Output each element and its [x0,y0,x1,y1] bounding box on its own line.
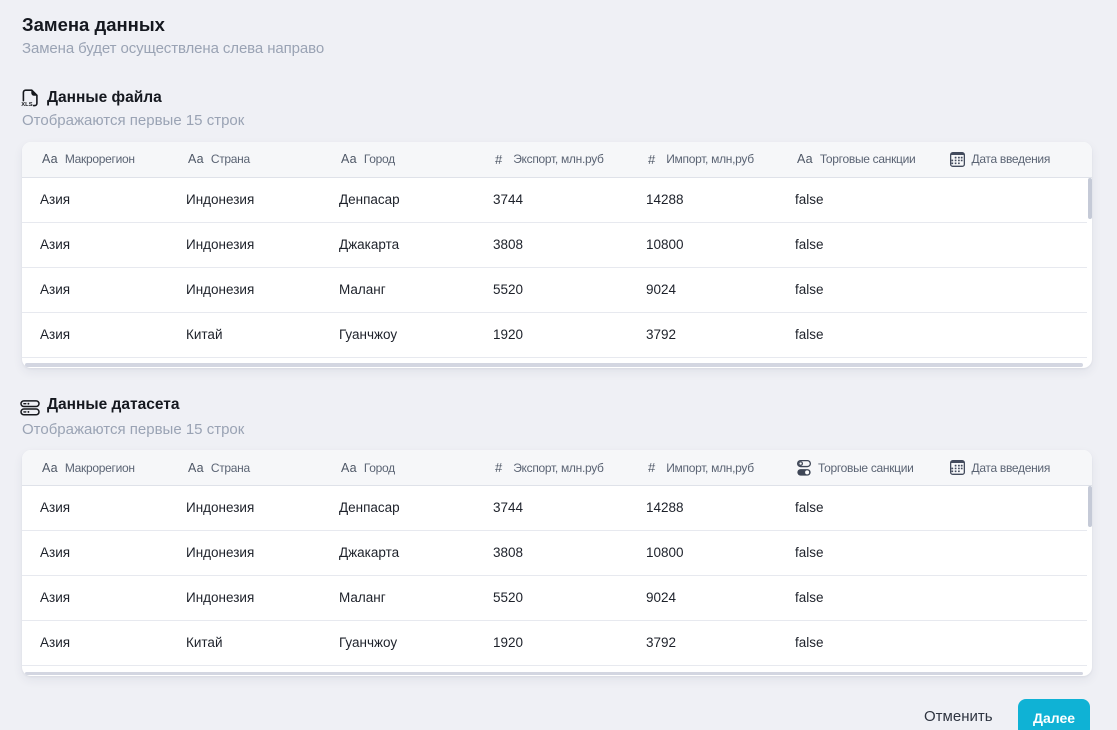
svg-text:XLS: XLS [21,102,33,107]
